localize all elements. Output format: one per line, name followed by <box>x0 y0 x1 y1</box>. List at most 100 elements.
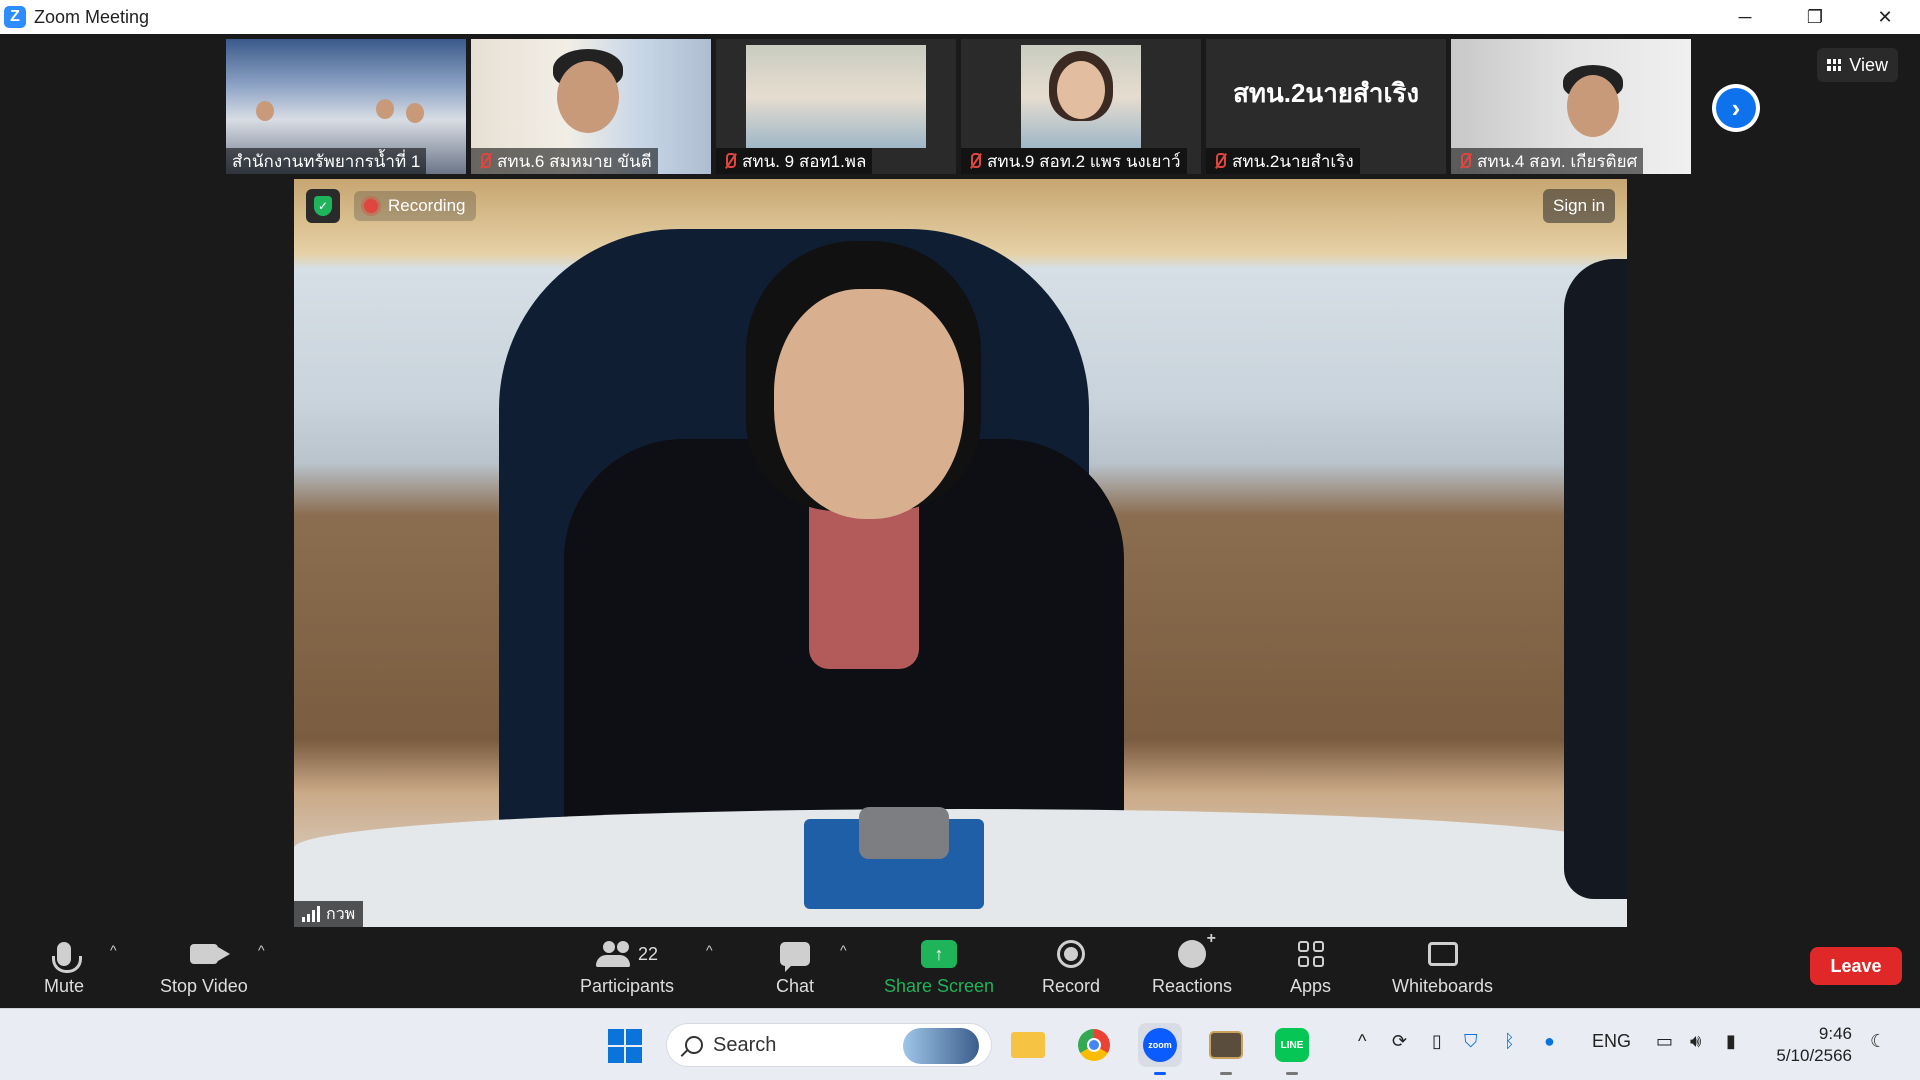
participants-options-caret-icon[interactable]: ^ <box>706 942 713 958</box>
chat-button[interactable]: Chat <box>776 932 814 997</box>
participants-count: 22 <box>638 943 659 964</box>
line-taskbar-button[interactable]: LINE <box>1270 1023 1314 1075</box>
stop-video-label: Stop Video <box>160 976 248 996</box>
record-icon <box>1057 940 1086 968</box>
close-button[interactable]: ✕ <box>1850 0 1920 34</box>
mic-muted-icon <box>967 152 981 170</box>
participant-name-label: สทน.4 สอท. เกียรติยศ <box>1451 148 1644 174</box>
view-button[interactable]: View <box>1817 48 1898 82</box>
zoom-taskbar-button[interactable]: zoom <box>1138 1023 1182 1075</box>
active-speaker-video[interactable]: ✓ Recording Sign in กวพ <box>294 179 1627 927</box>
participant-video <box>1021 45 1141 148</box>
whiteboards-label: Whiteboards <box>1392 976 1494 996</box>
windows-start-icon[interactable] <box>608 1029 642 1063</box>
taskbar-search-box[interactable]: Search <box>666 1023 992 1067</box>
search-highlight-image <box>903 1028 979 1064</box>
share-screen-label: Share Screen <box>884 976 995 996</box>
bluetooth-icon[interactable]: ᛒ <box>1504 1031 1515 1052</box>
participant-thumbnail[interactable]: สทน.6 สมหมาย ขันตี <box>471 39 711 174</box>
microphone-in-use-icon[interactable]: ● <box>1544 1031 1555 1052</box>
search-label: Search <box>713 1033 777 1056</box>
do-not-disturb-moon-icon[interactable]: ☾ <box>1870 1031 1886 1052</box>
chrome-icon <box>1078 1029 1110 1061</box>
volume-icon[interactable]: 🔊︎ <box>1690 1031 1701 1052</box>
participant-thumbnail[interactable]: สทน.2นายสำเริง สทน.2นายสำเริง <box>1206 39 1446 174</box>
chrome-taskbar-button[interactable] <box>1072 1023 1116 1067</box>
apps-button[interactable]: Apps <box>1290 932 1331 997</box>
meeting-area: สำนักงานทรัพยากรน้ำที่ 1 สทน.6 สมหมาย ขั… <box>0 34 1920 928</box>
participant-name-label: สทน.2นายสำเริง <box>1206 148 1360 174</box>
record-button[interactable]: Record <box>1042 932 1100 997</box>
participant-thumbnail[interactable]: สำนักงานทรัพยากรน้ำที่ 1 <box>226 39 466 174</box>
whiteboards-button[interactable]: Whiteboards <box>1392 932 1493 997</box>
chat-label: Chat <box>776 976 815 996</box>
chat-options-caret-icon[interactable]: ^ <box>840 942 847 958</box>
minimize-button[interactable]: ─ <box>1710 0 1780 34</box>
window-title: Zoom Meeting <box>34 6 150 27</box>
input-language[interactable]: ENG <box>1592 1031 1631 1052</box>
usb-drive-icon[interactable]: ▯ <box>1432 1031 1442 1052</box>
apps-label: Apps <box>1290 976 1332 996</box>
camera-app-icon <box>1209 1031 1243 1059</box>
windows-taskbar: Search zoom LINE ^ ⟳ ▯ ⛉ ᛒ ● ENG ▭ 🔊︎ ▮ … <box>0 1008 1920 1080</box>
participant-video <box>376 99 394 119</box>
signal-strength-icon <box>302 906 320 922</box>
share-screen-arrow-icon: ↑ <box>921 940 958 968</box>
whiteboard-icon <box>1427 942 1458 966</box>
mic-muted-icon <box>1212 152 1226 170</box>
file-explorer-taskbar-button[interactable] <box>1006 1023 1050 1067</box>
camera-app-taskbar-button[interactable] <box>1204 1023 1248 1075</box>
share-screen-button[interactable]: ↑ Share Screen <box>884 932 994 997</box>
stop-video-button[interactable]: Stop Video <box>160 932 248 997</box>
participant-thumbnail-strip: สำนักงานทรัพยากรน้ำที่ 1 สทน.6 สมหมาย ขั… <box>226 39 1691 174</box>
participants-button[interactable]: 22 Participants <box>580 932 674 997</box>
folder-icon <box>1011 1032 1045 1058</box>
participant-thumbnail[interactable]: สทน. 9 สอท1.พล <box>716 39 956 174</box>
video-options-caret-icon[interactable]: ^ <box>258 942 265 958</box>
apps-grid-icon <box>1297 941 1324 967</box>
participant-name: สทน.9 สอท.2 แพร นงเยาว์ <box>987 151 1181 171</box>
meeting-toolbar: Mute ^ Stop Video ^ 22 Participants ^ Ch… <box>0 928 1920 1008</box>
encryption-shield-button[interactable]: ✓ <box>306 189 340 223</box>
recording-dot-icon <box>364 199 378 213</box>
recording-label: Recording <box>388 196 466 215</box>
smiley-add-icon <box>1178 930 1216 968</box>
video-scene-person <box>1564 259 1627 899</box>
video-scene-speaker <box>774 289 964 519</box>
mic-muted-icon <box>477 152 491 170</box>
participant-video <box>1057 61 1105 119</box>
audio-options-caret-icon[interactable]: ^ <box>110 942 117 958</box>
network-icon[interactable]: ▭ <box>1656 1031 1673 1052</box>
reactions-button[interactable]: Reactions <box>1152 930 1232 997</box>
participants-icon <box>596 941 630 967</box>
view-button-label: View <box>1849 54 1888 75</box>
speaker-name: กวพ <box>326 905 356 923</box>
battery-icon[interactable]: ▮ <box>1726 1031 1736 1052</box>
clock-time: 9:46 <box>1818 1024 1852 1043</box>
participant-thumbnail[interactable]: สทน.4 สอท. เกียรติยศ <box>1451 39 1691 174</box>
participant-name: สทน.6 สมหมาย ขันตี <box>497 151 652 171</box>
taskbar-clock[interactable]: 9:46 5/10/2566 <box>1770 1023 1852 1067</box>
participant-thumbnail[interactable]: สทน.9 สอท.2 แพร นงเยาว์ <box>961 39 1201 174</box>
leave-button[interactable]: Leave <box>1810 947 1902 985</box>
recording-indicator[interactable]: Recording <box>354 191 476 221</box>
mute-button[interactable]: Mute <box>44 932 84 997</box>
grid-view-icon <box>1827 59 1842 71</box>
participant-name-label: สทน. 9 สอท1.พล <box>716 148 873 174</box>
sync-icon[interactable]: ⟳ <box>1392 1031 1407 1052</box>
participant-video <box>256 101 274 121</box>
active-indicator <box>1154 1072 1166 1075</box>
speaker-name-label: กวพ <box>294 901 364 927</box>
participant-video <box>746 45 926 148</box>
participant-text-avatar: สทน.2นายสำเริง <box>1232 78 1420 108</box>
show-hidden-icons-chevron-icon[interactable]: ^ <box>1358 1031 1366 1052</box>
restore-button[interactable]: ❐ <box>1780 0 1850 34</box>
sign-in-button[interactable]: Sign in <box>1543 189 1615 223</box>
participant-video <box>557 61 619 133</box>
video-scene-phone <box>859 807 949 859</box>
next-page-button[interactable]: › <box>1712 84 1760 132</box>
security-shield-icon[interactable]: ⛉ <box>1464 1031 1478 1052</box>
participant-name-label: สทน.6 สมหมาย ขันตี <box>471 148 658 174</box>
participant-name: สำนักงานทรัพยากรน้ำที่ 1 <box>232 151 421 171</box>
record-label: Record <box>1042 976 1101 996</box>
